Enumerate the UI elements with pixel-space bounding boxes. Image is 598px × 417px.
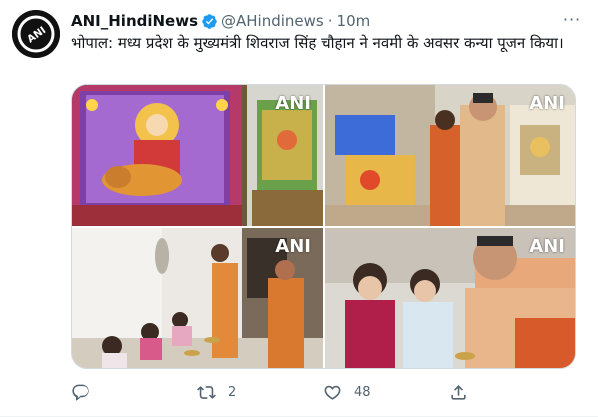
photo-4[interactable]: ANI <box>325 228 575 368</box>
tweet-text: भोपाल: मध्य प्रदेश के मुख्यमंत्री शिवराज… <box>71 34 564 52</box>
photo-2[interactable]: ANI <box>325 85 575 226</box>
photo-3[interactable]: ANI <box>72 228 323 368</box>
like-count: 48 <box>354 384 371 400</box>
tweet-header: ANI_HindiNews @AHindinews · 10m <box>71 11 370 31</box>
ani-watermark: ANI <box>529 236 565 257</box>
heart-icon <box>324 385 341 400</box>
tweet[interactable]: ANI ANI_HindiNews @AHindinews · 10m ··· … <box>0 0 598 417</box>
timestamp[interactable]: 10m <box>337 12 371 30</box>
retweet-icon <box>197 385 216 399</box>
tweet-actions: 2 48 <box>71 380 576 404</box>
ani-logo: ANI <box>12 10 60 58</box>
verified-badge-icon <box>201 13 218 30</box>
display-name[interactable]: ANI_HindiNews <box>71 12 198 30</box>
like-button[interactable]: 48 <box>323 383 449 402</box>
photo-1[interactable]: ANI <box>72 85 323 226</box>
ani-watermark: ANI <box>275 236 311 257</box>
media-grid: ANI ANI ANI ANI <box>71 84 576 369</box>
retweet-button[interactable]: 2 <box>197 383 323 402</box>
share-icon <box>451 384 466 400</box>
ani-watermark: ANI <box>275 93 311 114</box>
handle[interactable]: @AHindinews <box>221 12 324 30</box>
avatar[interactable]: ANI <box>12 10 60 58</box>
separator-dot: · <box>327 12 333 30</box>
retweet-count: 2 <box>228 384 237 400</box>
more-icon[interactable]: ··· <box>562 10 582 30</box>
comment-icon <box>72 384 89 401</box>
reply-button[interactable] <box>71 383 197 402</box>
ani-watermark: ANI <box>529 93 565 114</box>
share-button[interactable] <box>449 383 575 402</box>
